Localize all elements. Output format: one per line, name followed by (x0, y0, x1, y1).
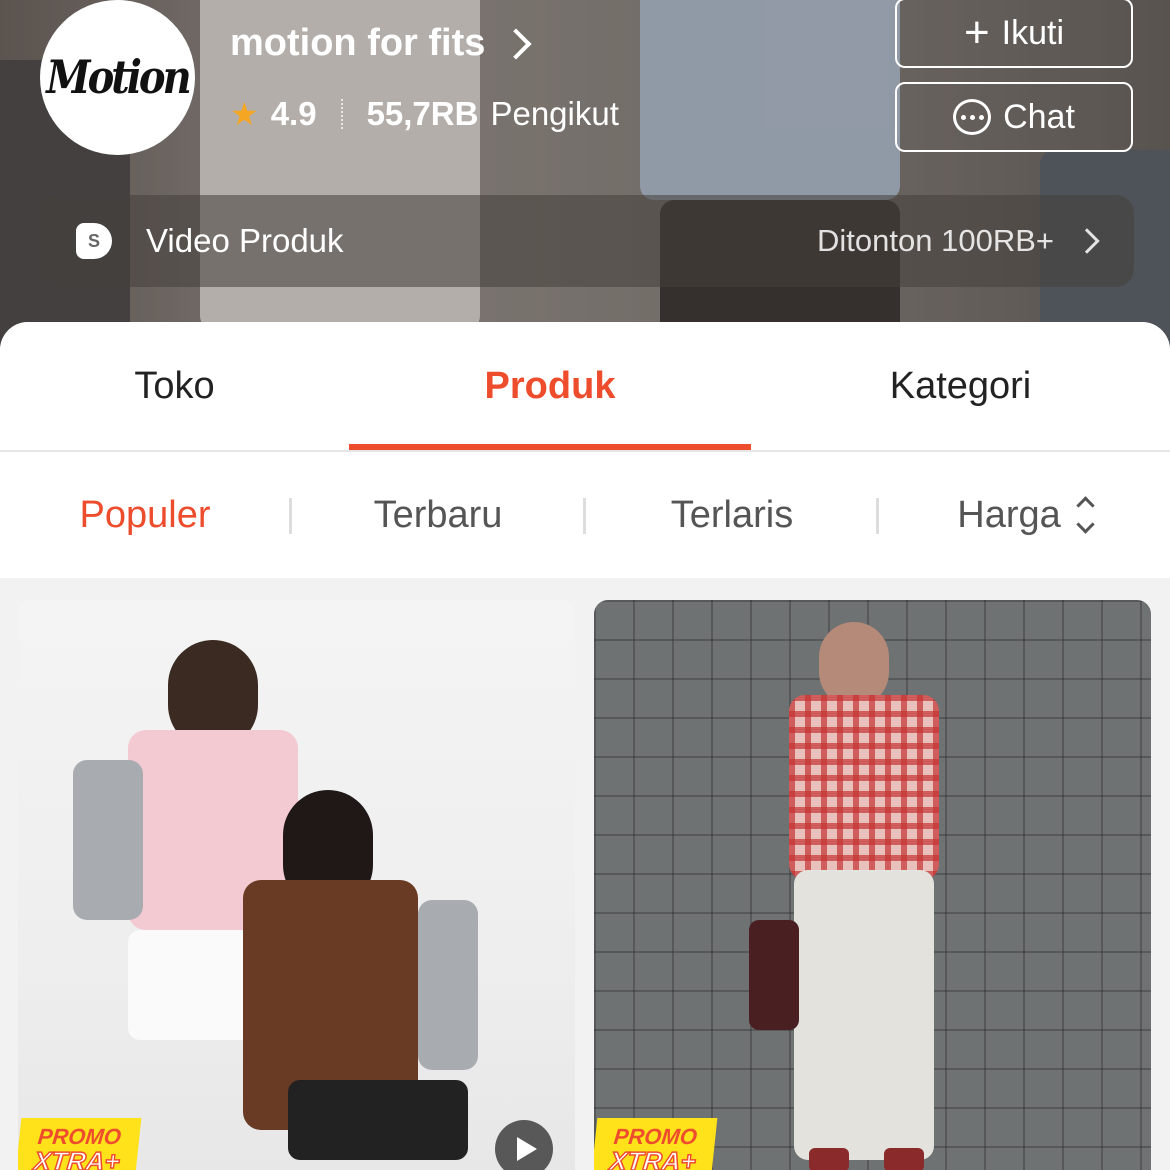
divider (340, 99, 343, 129)
shop-tabs: Toko Produk Kategori (0, 322, 1170, 452)
chevron-right-icon (1074, 228, 1100, 254)
product-card[interactable]: PROMO XTRA+ (594, 600, 1151, 1170)
active-tab-indicator (349, 444, 751, 450)
video-views: Ditonton 100RB+ (817, 223, 1054, 258)
promo-xtra-badge: PROMO XTRA+ (18, 1118, 142, 1170)
sort-terbaru[interactable]: Terbaru (292, 452, 584, 578)
sort-bar: Populer Terbaru Terlaris Harga (0, 452, 1170, 578)
plus-icon: + (963, 8, 990, 57)
shop-content: Toko Produk Kategori Populer Terbaru Ter… (0, 322, 1170, 1170)
shop-rating: 4.9 (270, 95, 317, 132)
shop-header: Motion motion for fits ★ 4.9 55,7RB Peng… (0, 0, 1170, 360)
tab-toko[interactable]: Toko (0, 322, 349, 450)
followers-label: Pengikut (490, 95, 619, 132)
shop-stats: ★ 4.9 55,7RB Pengikut (230, 95, 619, 133)
tab-produk[interactable]: Produk (349, 322, 751, 450)
chevron-right-icon (500, 27, 532, 60)
video-play-icon: S (76, 223, 112, 259)
sort-harga-label: Harga (957, 493, 1061, 536)
chat-bubble-icon (953, 99, 992, 135)
follow-label: Ikuti (1001, 13, 1065, 52)
follow-button[interactable]: + Ikuti (895, 0, 1133, 68)
play-icon[interactable] (495, 1120, 553, 1170)
tab-kategori[interactable]: Kategori (751, 322, 1170, 450)
sort-updown-icon (1076, 496, 1095, 534)
sort-harga[interactable]: Harga (879, 452, 1170, 578)
shop-logo: Motion (46, 50, 191, 105)
followers-count: 55,7RB (366, 95, 479, 132)
video-bar-label: Video Produk (146, 222, 344, 259)
star-icon: ★ (230, 96, 259, 132)
chat-label: Chat (1003, 97, 1075, 136)
sort-populer[interactable]: Populer (0, 452, 290, 578)
shop-avatar[interactable]: Motion (40, 0, 195, 155)
shop-name-link[interactable]: motion for fits (230, 22, 532, 65)
product-video-bar[interactable]: S Video Produk Ditonton 100RB+ (38, 195, 1134, 287)
product-card[interactable]: PROMO XTRA+ (18, 600, 575, 1170)
shop-name: motion for fits (230, 22, 486, 64)
chat-button[interactable]: Chat (895, 82, 1133, 152)
sort-terlaris[interactable]: Terlaris (586, 452, 878, 578)
promo-xtra-badge: PROMO XTRA+ (594, 1118, 718, 1170)
